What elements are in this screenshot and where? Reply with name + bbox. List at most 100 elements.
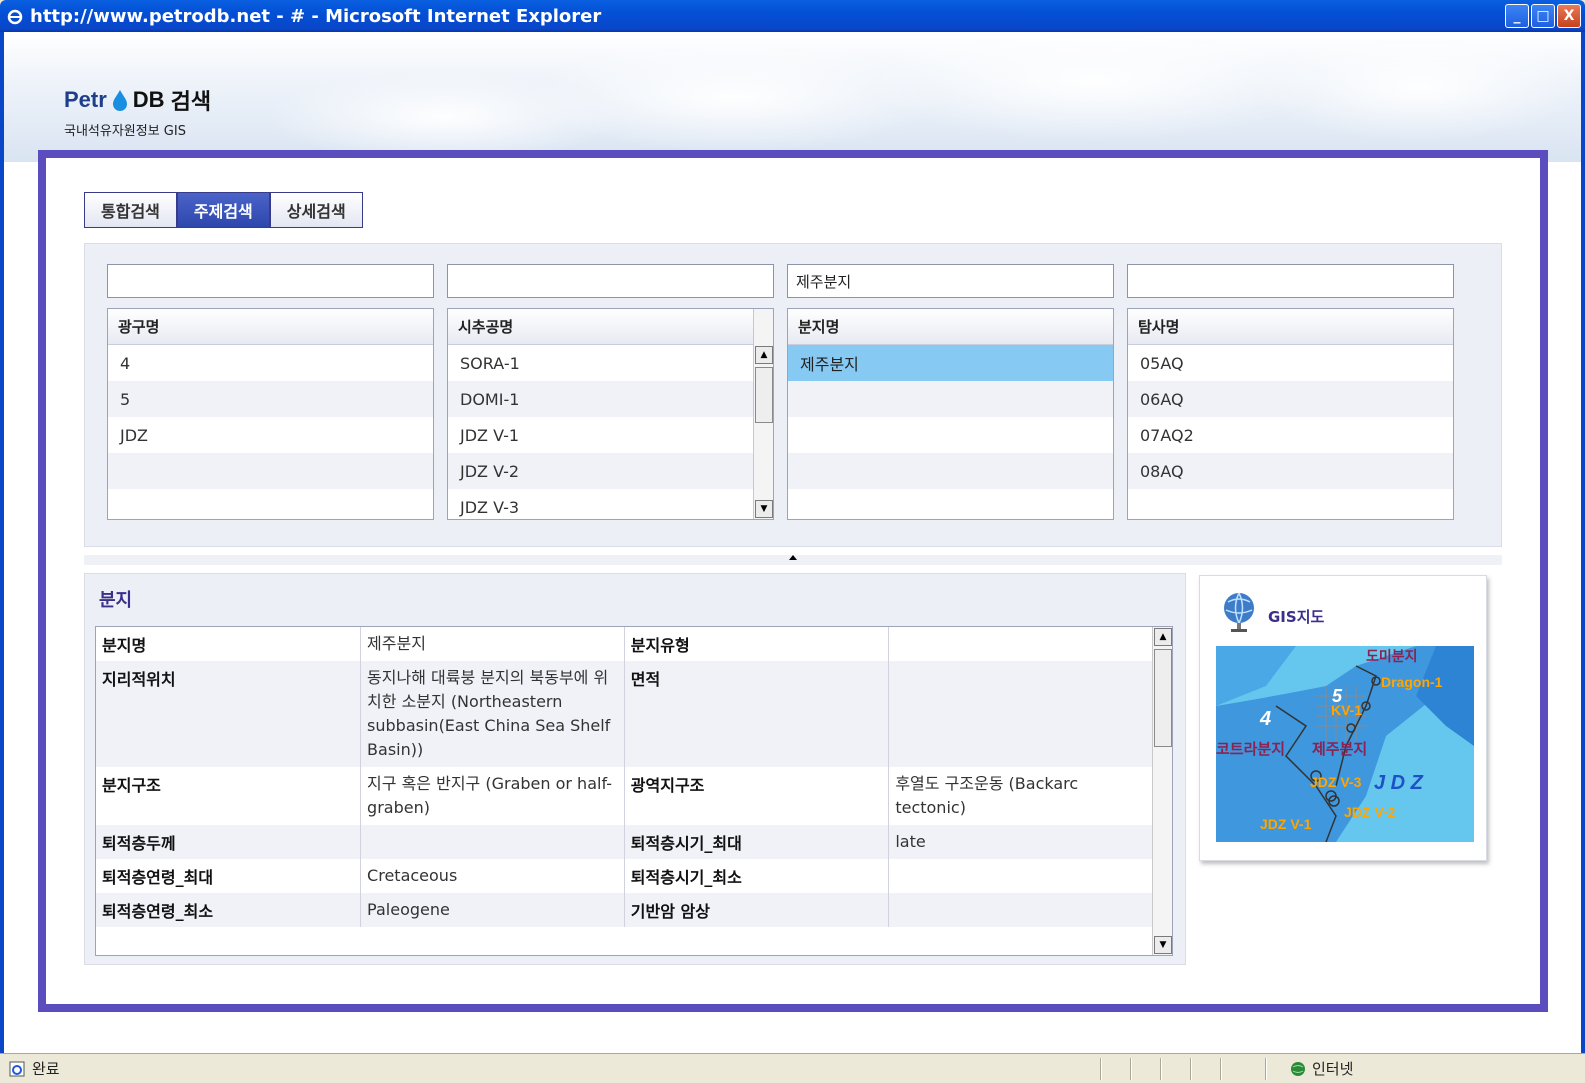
detail-key: 면적 — [624, 661, 890, 767]
ie-icon — [6, 7, 24, 25]
zone-text: 인터넷 — [1312, 1060, 1354, 1078]
page-done-icon — [9, 1061, 25, 1076]
window-titlebar: http://www.petrodb.net - # - Microsoft I… — [0, 0, 1585, 32]
detail-value — [888, 859, 1153, 893]
gis-title: GIS지도 — [1268, 608, 1325, 626]
maximize-icon: □ — [1536, 8, 1550, 24]
block-column: 광구명 4 5 JDZ — [107, 264, 434, 520]
status-bar: 완료 인터넷 — [0, 1053, 1585, 1083]
status-divider — [1130, 1058, 1132, 1080]
list-item-selected[interactable]: 제주분지 — [788, 345, 1113, 381]
list-item[interactable]: 08AQ — [1128, 453, 1453, 489]
list-item[interactable] — [108, 489, 433, 519]
list-item[interactable] — [788, 489, 1113, 519]
scroll-up-icon[interactable]: ▲ — [755, 346, 773, 364]
drop-icon — [112, 90, 127, 111]
internet-globe-icon — [1291, 1061, 1305, 1076]
list-item[interactable]: JDZ — [108, 417, 433, 453]
basin-list-header: 분지명 — [788, 309, 1113, 345]
map-label-jeju-basin: 제주분지 — [1312, 741, 1368, 758]
well-list: 시추공명 SORA-1 DOMI-1 JDZ V-1 JDZ V-2 JDZ V… — [447, 308, 774, 520]
list-item[interactable] — [108, 453, 433, 489]
list-item[interactable]: DOMI-1 — [448, 381, 773, 417]
status-divider — [1220, 1058, 1222, 1080]
detail-key: 퇴적층연령_최소 — [96, 893, 362, 927]
detail-key: 분지명 — [96, 627, 362, 661]
scroll-down-icon[interactable]: ▼ — [1154, 936, 1172, 954]
detail-key: 광역지구조 — [624, 767, 890, 825]
scroll-down-icon[interactable]: ▼ — [755, 500, 773, 518]
list-item[interactable]: 4 — [108, 345, 433, 381]
tab-integrated-search[interactable]: 통합검색 — [84, 192, 177, 228]
detail-value: 후열도 구조운동 (Backarc tectonic) — [888, 767, 1153, 825]
scroll-thumb[interactable] — [1154, 649, 1172, 747]
detail-key: 퇴적층시기_최대 — [624, 825, 890, 859]
map-label-5: 5 — [1332, 686, 1343, 706]
detail-value — [888, 661, 1153, 767]
detail-key: 분지구조 — [96, 767, 362, 825]
window-title: http://www.petrodb.net - # - Microsoft I… — [30, 5, 602, 27]
list-item[interactable]: JDZ V-1 — [448, 417, 773, 453]
detail-value: late — [888, 825, 1153, 859]
list-item[interactable]: JDZ V-2 — [448, 453, 773, 489]
block-filter-input[interactable] — [107, 264, 434, 298]
block-list-header: 광구명 — [108, 309, 433, 345]
gis-map-box: GIS지도 도미분지 Dragon-1 KV-1 4 5 코트라분지 제주분지 … — [1199, 575, 1487, 861]
list-item[interactable] — [1128, 489, 1453, 519]
tab-detail-search[interactable]: 상세검색 — [269, 192, 363, 228]
logo-subtitle: 국내석유자원정보 GIS — [64, 124, 186, 139]
close-button[interactable]: X — [1557, 4, 1581, 28]
survey-list: 탐사명 05AQ 06AQ 07AQ2 08AQ — [1127, 308, 1454, 520]
map-label-4: 4 — [1260, 708, 1272, 730]
list-item[interactable]: SORA-1 — [448, 345, 773, 381]
detail-scrollbar[interactable]: ▲ ▼ — [1152, 627, 1172, 955]
scroll-up-icon[interactable]: ▲ — [1154, 628, 1172, 646]
survey-column: 탐사명 05AQ 06AQ 07AQ2 08AQ — [1127, 264, 1454, 520]
list-item[interactable]: 06AQ — [1128, 381, 1453, 417]
detail-title: 분지 — [99, 590, 133, 611]
basin-filter-input[interactable]: 제주분지 — [787, 264, 1114, 298]
list-item[interactable]: 05AQ — [1128, 345, 1453, 381]
list-item[interactable] — [788, 453, 1113, 489]
panel-splitter[interactable] — [84, 555, 1502, 565]
security-zone: 인터넷 — [1290, 1058, 1353, 1079]
list-item[interactable]: JDZ V-3 — [448, 489, 773, 519]
list-item[interactable]: 07AQ2 — [1128, 417, 1453, 453]
close-icon: X — [1563, 8, 1575, 24]
logo[interactable]: Petr DB 검색 국내석유자원정보 GIS — [64, 84, 211, 139]
map-label-jdz: J D Z — [1374, 772, 1423, 794]
collapse-arrow-icon[interactable] — [789, 555, 797, 560]
well-list-scrollbar[interactable]: ▲ ▼ — [753, 309, 773, 519]
detail-value: 동지나해 대륙붕 분지의 북동부에 위치한 소분지 (Northeastern … — [360, 661, 625, 767]
detail-grid: 분지명 제주분지 분지유형 지리적위치 동지나해 대륙붕 분지의 북동부에 위치… — [95, 626, 1173, 956]
gis-map-thumbnail[interactable]: 도미분지 Dragon-1 KV-1 4 5 코트라분지 제주분지 JDZ V-… — [1216, 646, 1474, 842]
detail-value: Paleogene — [360, 893, 625, 927]
detail-value: 제주분지 — [360, 627, 625, 661]
list-item[interactable]: 5 — [108, 381, 433, 417]
basin-list: 분지명 제주분지 — [787, 308, 1114, 520]
detail-value: 지구 혹은 반지구 (Graben or half-graben) — [360, 767, 625, 825]
basin-column: 제주분지 분지명 제주분지 — [787, 264, 1114, 520]
detail-value — [888, 893, 1153, 927]
tab-topic-search[interactable]: 주제검색 — [176, 192, 270, 228]
detail-key: 퇴적층두께 — [96, 825, 362, 859]
scroll-thumb[interactable] — [755, 367, 773, 423]
minimize-button[interactable]: _ — [1505, 4, 1529, 28]
status-text: 완료 — [32, 1060, 60, 1078]
survey-filter-input[interactable] — [1127, 264, 1454, 298]
detail-key: 지리적위치 — [96, 661, 362, 767]
detail-key: 퇴적층시기_최소 — [624, 859, 890, 893]
basin-detail-panel: 분지 분지명 제주분지 분지유형 지리적위치 동지나해 대륙붕 분지의 북동부에… — [84, 573, 1186, 965]
list-item[interactable] — [788, 381, 1113, 417]
well-column: 시추공명 SORA-1 DOMI-1 JDZ V-1 JDZ V-2 JDZ V… — [447, 264, 774, 520]
status-divider — [1265, 1058, 1267, 1080]
map-label-kotra-basin: 코트라분지 — [1216, 741, 1286, 758]
page-header: Petr DB 검색 국내석유자원정보 GIS — [4, 32, 1581, 162]
list-item[interactable] — [788, 417, 1113, 453]
maximize-button[interactable]: □ — [1531, 4, 1555, 28]
well-filter-input[interactable] — [447, 264, 774, 298]
browser-content: Petr DB 검색 국내석유자원정보 GIS 통합검색 주제검색 상세검색 광… — [0, 32, 1585, 1053]
well-list-header: 시추공명 — [448, 309, 773, 345]
logo-petr: Petr — [64, 87, 107, 112]
search-area: 광구명 4 5 JDZ 시추공명 SORA-1 DOMI-1 JDZ V-1 J… — [84, 243, 1502, 547]
